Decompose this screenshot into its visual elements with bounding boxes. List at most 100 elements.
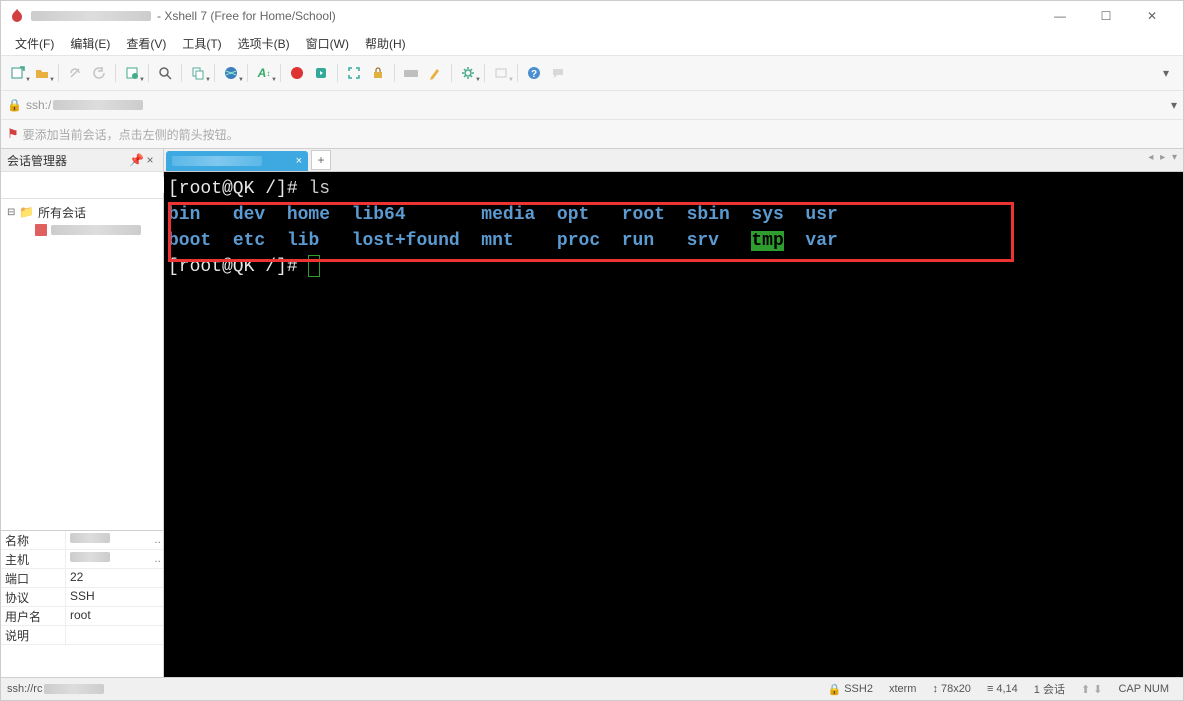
session-tree[interactable]: ⊟ 📁 所有会话 <box>1 199 163 530</box>
flag-icon: ⚑ <box>7 126 19 142</box>
maximize-button[interactable]: ☐ <box>1083 1 1129 31</box>
title-suffix: - Xshell 7 (Free for Home/School) <box>157 9 336 23</box>
prop-row: 说明 <box>1 626 163 645</box>
sidebar-header: 会话管理器 📌 × <box>1 149 163 172</box>
sidebar: 会话管理器 📌 × 🔍 ⊟ 📁 所有会话 <box>1 149 164 677</box>
search-icon[interactable] <box>154 62 176 84</box>
prop-more-icon[interactable]: .. <box>154 532 161 546</box>
prop-row: 协议SSH <box>1 588 163 607</box>
globe-icon[interactable]: ▼ <box>220 62 242 84</box>
fullscreen-icon[interactable] <box>343 62 365 84</box>
ls-output-row1: bin dev home lib64 media opt root sbin s… <box>168 202 1179 228</box>
app-window: - Xshell 7 (Free for Home/School) — ☐ ✕ … <box>0 0 1184 701</box>
highlight-icon[interactable] <box>424 62 446 84</box>
address-bar[interactable]: 🔒 ssh:/ ▾ <box>1 91 1183 120</box>
play-icon[interactable] <box>310 62 332 84</box>
sidebar-title: 会话管理器 <box>7 152 67 169</box>
toolbar-overflow-icon[interactable]: ▾ <box>1155 62 1177 84</box>
sidebar-search-input[interactable] <box>5 177 164 193</box>
prop-user: root <box>66 607 163 625</box>
prop-desc <box>66 626 163 644</box>
prompt2: [root@QK /]# <box>168 257 308 277</box>
hint-bar: ⚑ 要添加当前会话，点击左侧的箭头按钮。 <box>1 120 1183 149</box>
host-icon <box>35 224 47 236</box>
body: 会话管理器 📌 × 🔍 ⊟ 📁 所有会话 <box>1 149 1183 677</box>
statusbar: ssh://rc 🔒SSH2 xterm ↕ 78x20 ≡ 4,14 1 会话… <box>1 677 1183 700</box>
status-ssh: 🔒SSH2 <box>828 683 873 696</box>
status-pos: ≡ 4,14 <box>987 683 1018 695</box>
status-updown-icon[interactable]: ⬆ ⬇ <box>1081 683 1103 696</box>
status-address: ssh://rc <box>7 683 42 695</box>
menu-help[interactable]: 帮助(H) <box>357 33 414 54</box>
ls-output-row2: boot etc lib lost+found mnt proc run srv… <box>168 228 1179 254</box>
hint-text: 要添加当前会话，点击左侧的箭头按钮。 <box>23 126 239 143</box>
copy-icon[interactable]: ▼ <box>187 62 209 84</box>
main-area: × + ◂ ▸ ▾ [root@QK /]# ls bin dev home l… <box>164 149 1183 677</box>
status-term: xterm <box>889 683 917 695</box>
command: ls <box>308 179 330 199</box>
minimize-button[interactable]: — <box>1037 1 1083 31</box>
status-caps: CAP NUM <box>1118 683 1169 695</box>
xftp-icon[interactable]: ▼ <box>490 62 512 84</box>
svg-text:+: + <box>21 66 25 73</box>
lock-icon[interactable] <box>367 62 389 84</box>
menu-view[interactable]: 查看(V) <box>118 33 174 54</box>
tabstrip: × + ◂ ▸ ▾ <box>164 149 1183 172</box>
prop-port: 22 <box>66 569 163 587</box>
menu-tabs[interactable]: 选项卡(B) <box>230 33 298 54</box>
prop-row: 用户名root <box>1 607 163 626</box>
sidebar-search[interactable]: 🔍 <box>1 172 163 199</box>
address-lock-icon: 🔒 <box>7 98 22 112</box>
prop-row: 端口22 <box>1 569 163 588</box>
prop-protocol: SSH <box>66 588 163 606</box>
tree-item-redacted <box>51 225 141 235</box>
tree-collapse-icon[interactable]: ⊟ <box>7 207 19 218</box>
font-icon[interactable]: A↕▼ <box>253 62 275 84</box>
pin-icon[interactable]: 📌 <box>129 153 143 167</box>
tab-title-redacted <box>172 156 262 166</box>
add-tab-button[interactable]: + <box>311 150 331 170</box>
terminal[interactable]: [root@QK /]# ls bin dev home lib64 media… <box>164 172 1183 677</box>
new-session-icon[interactable]: +▼ <box>7 62 29 84</box>
properties-panel: 名称.. 主机.. 端口22 协议SSH 用户名root 说明 <box>1 530 163 677</box>
chat-icon[interactable] <box>547 62 569 84</box>
tree-root[interactable]: ⊟ 📁 所有会话 <box>3 203 161 221</box>
folder-icon: 📁 <box>19 205 34 219</box>
address-dropdown-icon[interactable]: ▾ <box>1171 98 1177 112</box>
properties-icon[interactable]: ▼ <box>121 62 143 84</box>
address-redacted <box>53 100 143 110</box>
session-tab[interactable]: × <box>166 151 308 171</box>
open-session-icon[interactable]: ▼ <box>31 62 53 84</box>
help-icon[interactable]: ? <box>523 62 545 84</box>
record-icon[interactable] <box>286 62 308 84</box>
prompt: [root@QK /]# <box>168 179 308 199</box>
menu-window[interactable]: 窗口(W) <box>298 33 357 54</box>
svg-text:?: ? <box>531 69 537 80</box>
disconnect-icon[interactable] <box>64 62 86 84</box>
close-button[interactable]: ✕ <box>1129 1 1175 31</box>
tree-root-label: 所有会话 <box>38 204 86 221</box>
prop-more-icon[interactable]: .. <box>154 551 161 565</box>
sidebar-close-icon[interactable]: × <box>143 153 157 167</box>
menubar: 文件(F) 编辑(E) 查看(V) 工具(T) 选项卡(B) 窗口(W) 帮助(… <box>1 31 1183 56</box>
tab-close-icon[interactable]: × <box>290 155 302 167</box>
titlebar: - Xshell 7 (Free for Home/School) — ☐ ✕ <box>1 1 1183 31</box>
tab-nav-icons[interactable]: ◂ ▸ ▾ <box>1148 152 1179 163</box>
prop-row: 主机.. <box>1 550 163 569</box>
status-size: ↕ 78x20 <box>932 683 970 695</box>
app-icon <box>9 8 25 24</box>
reconnect-icon[interactable] <box>88 62 110 84</box>
menu-file[interactable]: 文件(F) <box>7 33 62 54</box>
tree-item[interactable] <box>3 221 161 239</box>
toolbar: +▼ ▼ ▼ ▼ ▼ A↕▼ ▼ ▼ ? ▾ <box>1 56 1183 91</box>
cursor <box>308 255 320 277</box>
menu-tools[interactable]: 工具(T) <box>174 33 229 54</box>
address-text: ssh:/ <box>26 98 51 112</box>
prop-row: 名称.. <box>1 531 163 550</box>
title-redacted <box>31 11 151 21</box>
menu-edit[interactable]: 编辑(E) <box>62 33 118 54</box>
status-redacted <box>44 684 104 694</box>
keyboard-icon[interactable] <box>400 62 422 84</box>
status-sessions: 1 会话 <box>1034 681 1065 697</box>
gear-icon[interactable]: ▼ <box>457 62 479 84</box>
